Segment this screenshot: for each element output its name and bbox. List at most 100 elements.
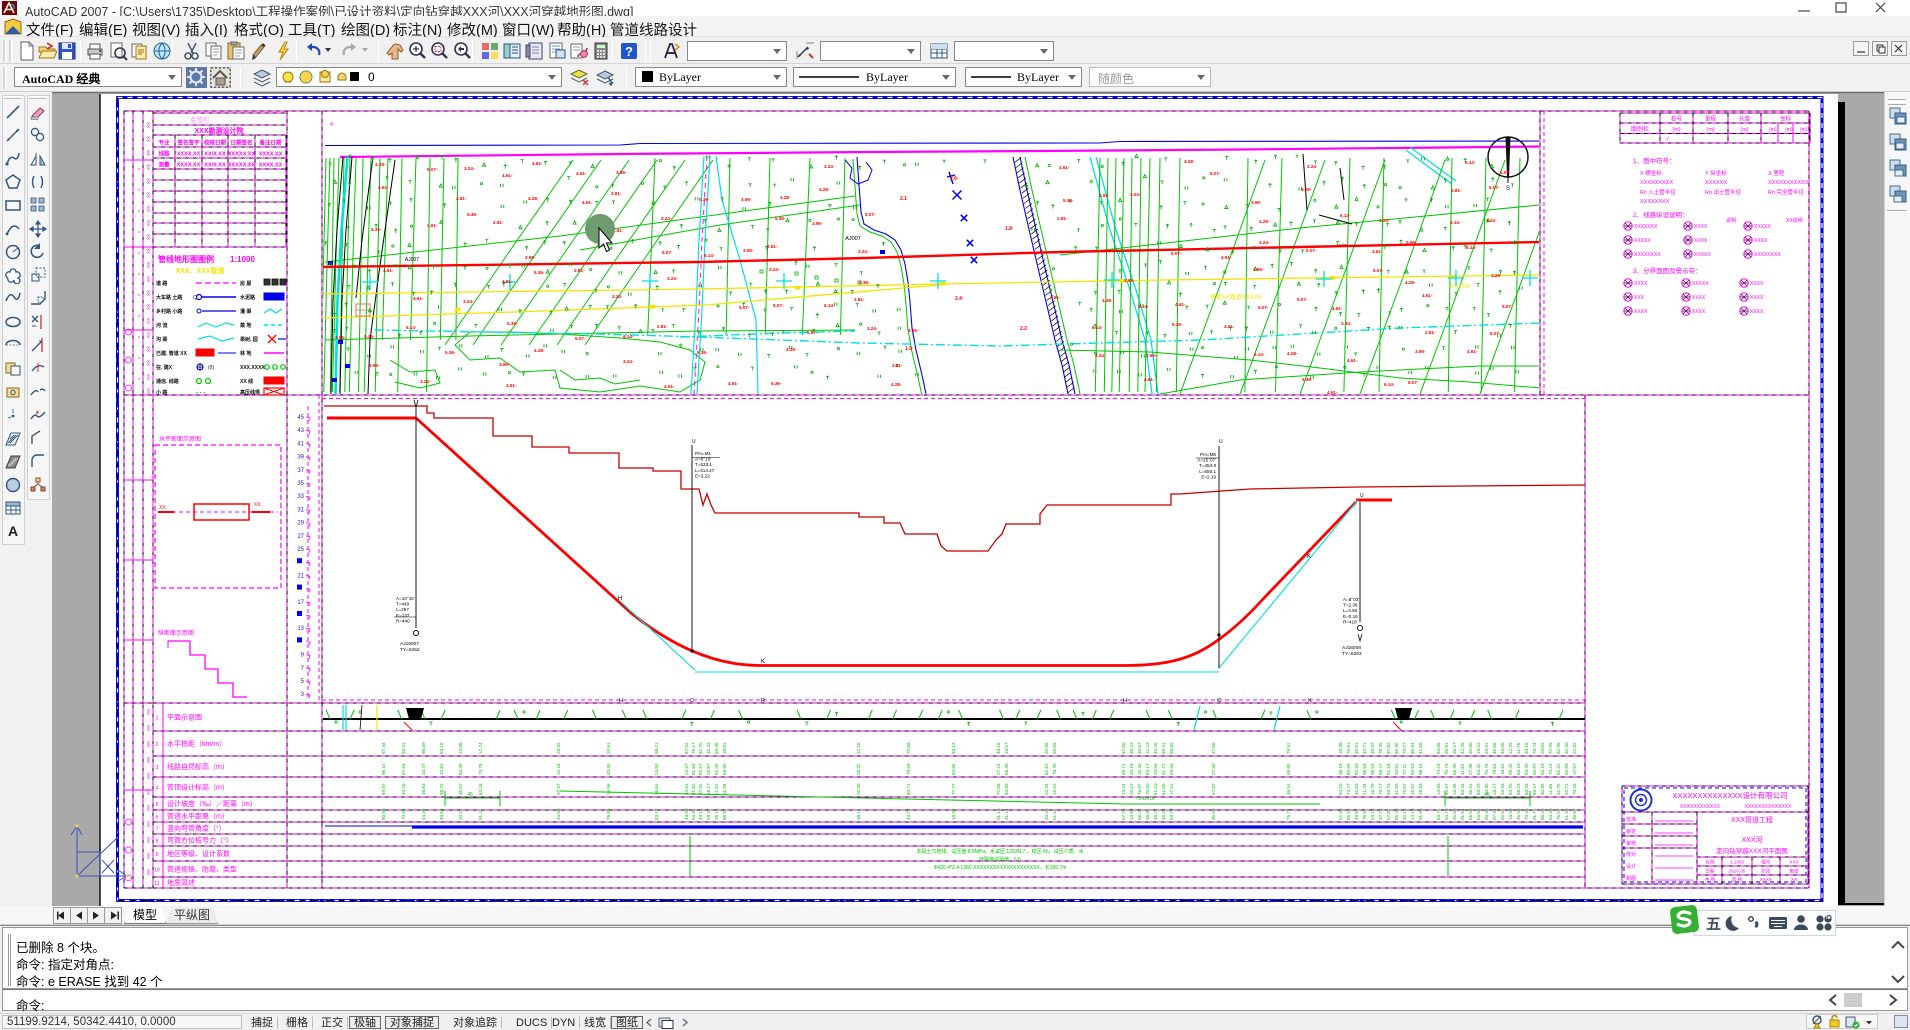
svg-text:55.46: 55.46 <box>714 742 719 754</box>
svg-text:41.14: 41.14 <box>1004 808 1009 820</box>
svg-text:XX: XX <box>146 318 151 324</box>
svg-text:38.23: 38.23 <box>1129 742 1134 754</box>
svg-text:40.30: 40.30 <box>606 763 611 775</box>
svg-text:61.10: 61.10 <box>1153 783 1158 795</box>
svg-text:XXXXXXXXXXXX: XXXXXXXXXXXX <box>1680 804 1721 810</box>
svg-text:69.17: 69.17 <box>1532 783 1537 795</box>
svg-text:3.95-: 3.95- <box>812 221 823 226</box>
svg-text:75.73: 75.73 <box>1444 763 1449 775</box>
svg-text:25.61: 25.61 <box>606 742 611 754</box>
svg-text:沟 渠: 沟 渠 <box>156 336 168 343</box>
svg-text:12.23: 12.23 <box>1145 742 1150 754</box>
svg-text:4.61-: 4.61- <box>532 161 543 166</box>
svg-text:5.07-: 5.07- <box>427 167 438 172</box>
svg-text:59.85: 59.85 <box>722 763 727 775</box>
svg-text:6.14-: 6.14- <box>1465 160 1476 165</box>
svg-text:5.36-: 5.36- <box>1172 322 1183 327</box>
svg-text:x: x <box>136 273 141 275</box>
svg-text:58.72: 58.72 <box>439 783 444 795</box>
svg-text:2.1·: 2.1· <box>900 196 909 202</box>
svg-text:13.57: 13.57 <box>1004 742 1009 754</box>
svg-text:3.95-: 3.95- <box>499 362 510 367</box>
svg-text:33.55: 33.55 <box>1153 763 1158 775</box>
svg-text:通信. 线路: 通信. 线路 <box>156 378 180 385</box>
svg-text:AJ16007: AJ16007 <box>400 641 419 647</box>
svg-text:3.24-: 3.24- <box>1095 353 1106 358</box>
svg-text:TY=6263: TY=6263 <box>1342 651 1362 657</box>
svg-text:76.57: 76.57 <box>1556 808 1561 820</box>
svg-text:63.18: 63.18 <box>478 783 483 795</box>
svg-text:19.22: 19.22 <box>1476 742 1481 754</box>
svg-text:4.28-: 4.28- <box>1259 219 1270 224</box>
svg-text:5.07-: 5.07- <box>1489 185 1500 190</box>
svg-text:36.12: 36.12 <box>1468 783 1473 795</box>
svg-text:2.81-: 2.81- <box>1451 188 1462 193</box>
svg-text:81.16: 81.16 <box>1386 763 1391 775</box>
svg-text:XXXXX: XXXXX <box>1634 238 1651 244</box>
svg-text:在. 建X: 在. 建X <box>156 364 173 371</box>
svg-text:5.07-: 5.07- <box>1490 331 1501 336</box>
svg-text:线路自然标高（m）: 线路自然标高（m） <box>167 762 229 771</box>
svg-text:4.61-: 4.61- <box>576 171 587 176</box>
svg-text:3.24-: 3.24- <box>463 299 474 304</box>
svg-text:纵断面示意图: 纵断面示意图 <box>158 629 194 637</box>
svg-text:管线地形图图例: 管线地形图图例 <box>158 254 214 264</box>
svg-text:6.14-: 6.14- <box>1092 325 1103 330</box>
svg-text:27.90: 27.90 <box>1211 763 1216 775</box>
svg-text:66.42: 66.42 <box>1137 808 1142 820</box>
svg-text:31: 31 <box>297 507 304 513</box>
svg-text:XXXX: XXXX <box>1692 295 1706 301</box>
svg-text:2.6·: 2.6· <box>950 176 959 182</box>
svg-text:44.83: 44.83 <box>556 808 561 820</box>
svg-text:XX 线: XX 线 <box>240 378 253 385</box>
svg-text:87.52: 87.52 <box>684 742 689 754</box>
svg-text:95.91: 95.91 <box>1444 742 1449 754</box>
svg-text:XX: XX <box>159 505 166 511</box>
svg-text:63.33: 63.33 <box>1524 783 1529 795</box>
svg-text:XXXXXX: XXXXXX <box>1705 180 1727 186</box>
svg-text:1.8·: 1.8· <box>1005 226 1014 232</box>
svg-text:5.07-: 5.07- <box>1258 305 1269 310</box>
svg-text:5.07-: 5.07- <box>807 330 818 335</box>
svg-text:83.29: 83.29 <box>1476 783 1481 795</box>
svg-text:67.64: 67.64 <box>401 763 406 775</box>
svg-text:68.27: 68.27 <box>1378 763 1383 775</box>
svg-text:XX: XX <box>254 502 261 508</box>
svg-text:5: 5 <box>156 802 159 808</box>
svg-text:6: 6 <box>156 815 159 821</box>
svg-text:58.31: 58.31 <box>401 742 406 754</box>
svg-text:水平桩距（km/m）: 水平桩距（km/m） <box>167 739 226 748</box>
svg-text:3.24-: 3.24- <box>1486 218 1497 223</box>
svg-text:94.49: 94.49 <box>1524 763 1529 775</box>
svg-text:39.32: 39.32 <box>1370 742 1375 754</box>
svg-text:97.94: 97.94 <box>1492 808 1497 820</box>
svg-text:54.78: 54.78 <box>1444 808 1449 820</box>
svg-text:水平断面示意图: 水平断面示意图 <box>159 435 201 443</box>
svg-text:93.13: 93.13 <box>951 742 956 754</box>
svg-text:73.78: 73.78 <box>478 763 483 775</box>
svg-text:52.75: 52.75 <box>1556 783 1561 795</box>
svg-text:4.61-: 4.61- <box>413 296 424 301</box>
svg-text:25.19: 25.19 <box>1129 763 1134 775</box>
svg-text:9: 9 <box>156 852 159 858</box>
svg-text:5.07-: 5.07- <box>1373 268 1384 273</box>
svg-text:6.14-: 6.14- <box>824 303 835 308</box>
svg-text:4.28-: 4.28- <box>1491 273 1502 278</box>
svg-text:23.54: 23.54 <box>1121 783 1126 795</box>
svg-text:3.24-: 3.24- <box>1259 240 1270 245</box>
svg-text:25.87: 25.87 <box>706 763 711 775</box>
svg-text:18.92: 18.92 <box>951 808 956 820</box>
svg-text:3.95-: 3.95- <box>743 248 754 253</box>
svg-text:72.68: 72.68 <box>996 783 1001 795</box>
svg-text:47.31: 47.31 <box>698 783 703 795</box>
svg-text:7.2‰/41k: 7.2‰/41k <box>1135 796 1155 801</box>
svg-text:XXXX: XXXX <box>1750 295 1764 301</box>
svg-text:15.56: 15.56 <box>606 783 611 795</box>
svg-text:27.23: 27.23 <box>996 763 1001 775</box>
svg-text:39.51: 39.51 <box>1286 783 1291 795</box>
svg-text:XX: XX <box>146 164 151 170</box>
svg-text:比例: 比例 <box>1705 859 1715 866</box>
svg-text:74.27: 74.27 <box>1346 783 1351 795</box>
svg-text:Pm=M8: Pm=M8 <box>1200 452 1216 457</box>
svg-text:30.80: 30.80 <box>1468 742 1473 754</box>
